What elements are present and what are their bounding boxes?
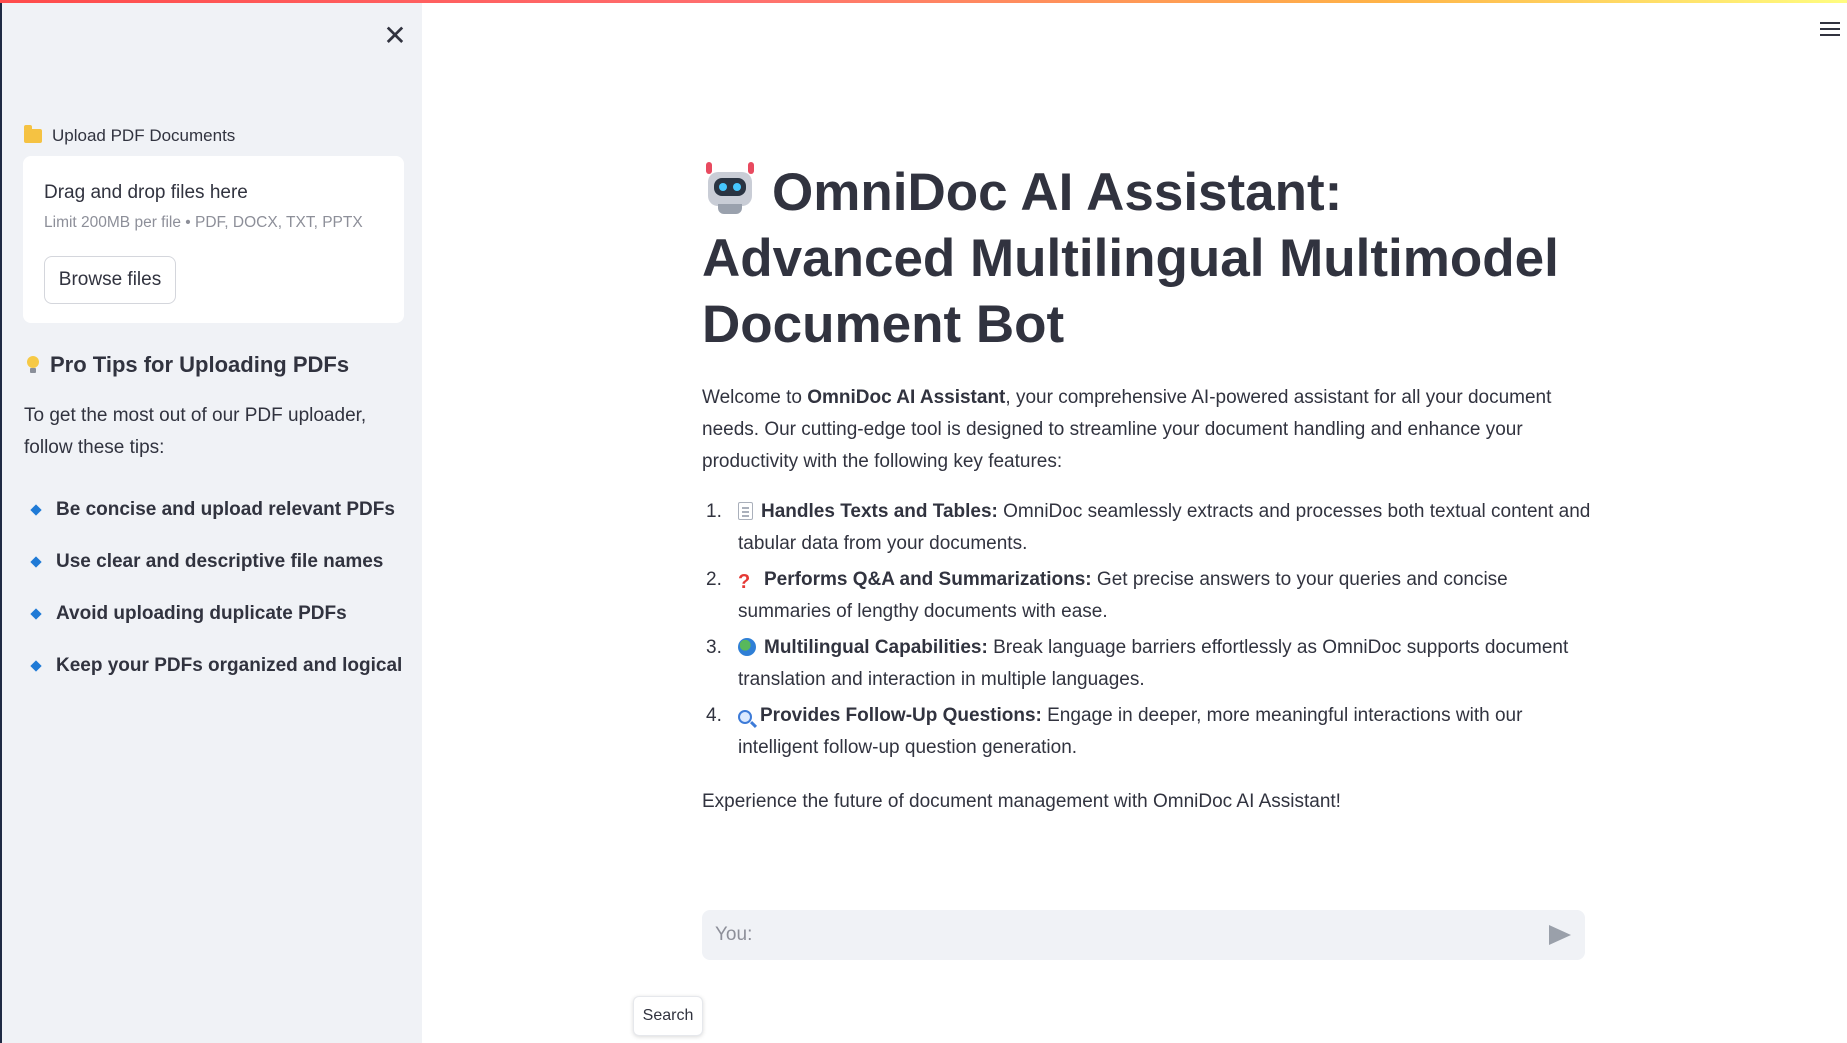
tip-item: Avoid uploading duplicate PDFs <box>30 588 402 640</box>
feature-title: Performs Q&A and Summarizations: <box>764 569 1092 590</box>
intro-paragraph: Welcome to OmniDoc AI Assistant, your co… <box>702 382 1602 478</box>
tips-heading: Pro Tips for Uploading PDFs <box>26 352 349 378</box>
send-icon <box>1549 925 1571 945</box>
diamond-bullet-icon <box>30 504 42 516</box>
diamond-bullet-icon <box>30 660 42 672</box>
tips-list: Be concise and upload relevant PDFs Use … <box>30 484 402 692</box>
search-button[interactable]: Search <box>633 996 703 1036</box>
sidebar: ✕ Upload PDF Documents Drag and drop fil… <box>0 0 422 1043</box>
file-dropzone[interactable]: Drag and drop files here Limit 200MB per… <box>23 156 404 323</box>
close-sidebar-button[interactable]: ✕ <box>380 19 410 51</box>
menu-icon-line <box>1820 34 1840 36</box>
intro-prefix: Welcome to <box>702 387 808 408</box>
dropzone-title: Drag and drop files here <box>44 182 248 203</box>
close-icon: ✕ <box>383 19 407 51</box>
folder-icon <box>24 125 42 143</box>
tip-text: Avoid uploading duplicate PDFs <box>56 603 347 624</box>
dropzone-limit-text: Limit 200MB per file • PDF, DOCX, TXT, P… <box>44 214 363 231</box>
browse-files-button[interactable]: Browse files <box>44 256 176 304</box>
main-menu-button[interactable] <box>1820 22 1840 38</box>
upload-label-text: Upload PDF Documents <box>52 126 236 145</box>
lightbulb-icon <box>26 356 40 374</box>
menu-icon-line <box>1820 28 1840 30</box>
upload-label: Upload PDF Documents <box>24 125 236 146</box>
feature-item: 4. Provides Follow-Up Questions: Engage … <box>702 700 1602 764</box>
magnifier-icon <box>738 710 752 724</box>
tips-heading-text: Pro Tips for Uploading PDFs <box>50 352 350 377</box>
feature-number: 4. <box>706 705 722 726</box>
menu-icon-line <box>1820 22 1840 24</box>
tip-text: Be concise and upload relevant PDFs <box>56 499 395 520</box>
chat-input[interactable] <box>702 924 1535 946</box>
feature-title: Provides Follow-Up Questions: <box>760 705 1042 726</box>
top-decoration-bar <box>0 0 1847 3</box>
tip-item: Be concise and upload relevant PDFs <box>30 484 402 536</box>
feature-number: 1. <box>706 501 722 522</box>
globe-icon <box>738 638 756 656</box>
tip-text: Use clear and descriptive file names <box>56 551 384 572</box>
chat-input-container <box>702 910 1585 960</box>
feature-item: 3. Multilingual Capabilities: Break lang… <box>702 632 1602 696</box>
feature-item: 2. ? Performs Q&A and Summarizations: Get… <box>702 564 1602 628</box>
send-button[interactable] <box>1535 910 1585 960</box>
diamond-bullet-icon <box>30 608 42 620</box>
question-icon: ? <box>738 571 751 593</box>
diamond-bullet-icon <box>30 556 42 568</box>
tip-item: Use clear and descriptive file names <box>30 536 402 588</box>
outro-paragraph: Experience the future of document manage… <box>702 791 1341 812</box>
tip-item: Keep your PDFs organized and logical <box>30 640 402 692</box>
intro-brand: OmniDoc AI Assistant <box>807 387 1006 408</box>
tips-intro: To get the most out of our PDF uploader,… <box>24 405 367 458</box>
robot-icon <box>702 160 758 216</box>
features-list: 1. Handles Texts and Tables: OmniDoc sea… <box>702 496 1602 768</box>
page-icon <box>738 502 753 520</box>
feature-number: 3. <box>706 637 722 658</box>
feature-title: Multilingual Capabilities: <box>764 637 988 658</box>
feature-item: 1. Handles Texts and Tables: OmniDoc sea… <box>702 496 1602 560</box>
page-title: OmniDoc AI Assistant: Advanced Multiling… <box>702 160 1602 358</box>
feature-title: Handles Texts and Tables: <box>761 501 998 522</box>
feature-number: 2. <box>706 569 722 590</box>
main-content: OmniDoc AI Assistant: Advanced Multiling… <box>422 0 1847 1043</box>
page-title-text: OmniDoc AI Assistant: Advanced Multiling… <box>702 163 1559 354</box>
tip-text: Keep your PDFs organized and logical <box>56 655 403 676</box>
